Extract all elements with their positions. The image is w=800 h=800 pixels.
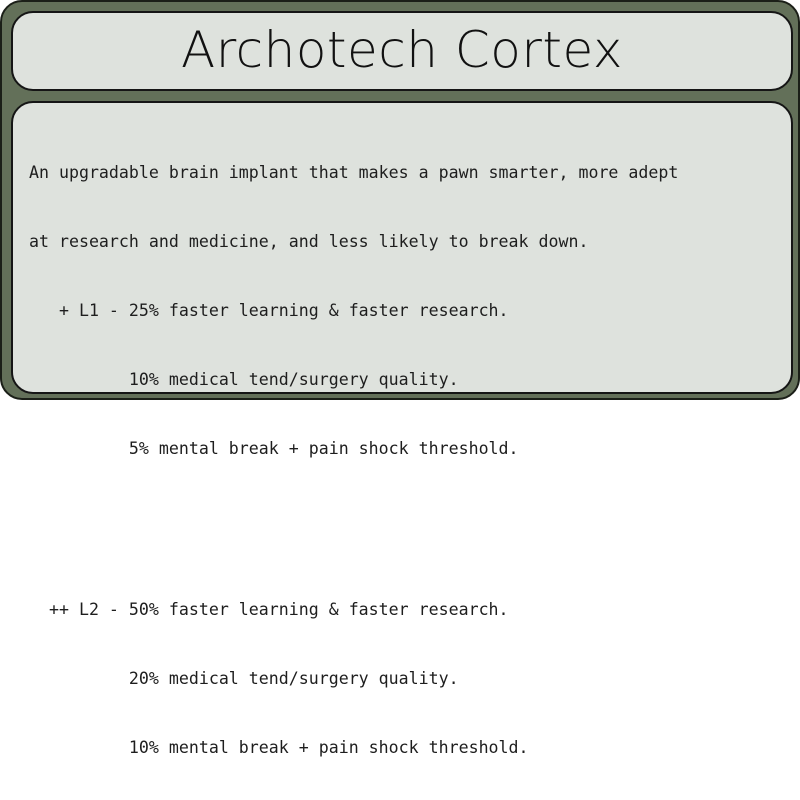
- intro-line: An upgradable brain implant that makes a…: [29, 163, 679, 182]
- item-card: Archotech Cortex An upgradable brain imp…: [0, 0, 800, 757]
- level-2-line: ++ L2 - 50% faster learning & faster res…: [29, 600, 509, 619]
- level-1-line: + L1 - 25% faster learning & faster rese…: [29, 301, 509, 320]
- intro-line: at research and medicine, and less likel…: [29, 232, 589, 251]
- level-2-line: 10% mental break + pain shock threshold.: [29, 738, 529, 757]
- item-title: Archotech Cortex: [180, 21, 623, 79]
- level-1-line: 5% mental break + pain shock threshold.: [29, 439, 519, 458]
- description-text: An upgradable brain implant that makes a…: [29, 115, 678, 800]
- level-2-line: 20% medical tend/surgery quality.: [29, 669, 459, 688]
- level-1-line: 10% medical tend/surgery quality.: [29, 370, 459, 389]
- description-panel: An upgradable brain implant that makes a…: [11, 101, 793, 757]
- title-panel: Archotech Cortex: [11, 11, 793, 91]
